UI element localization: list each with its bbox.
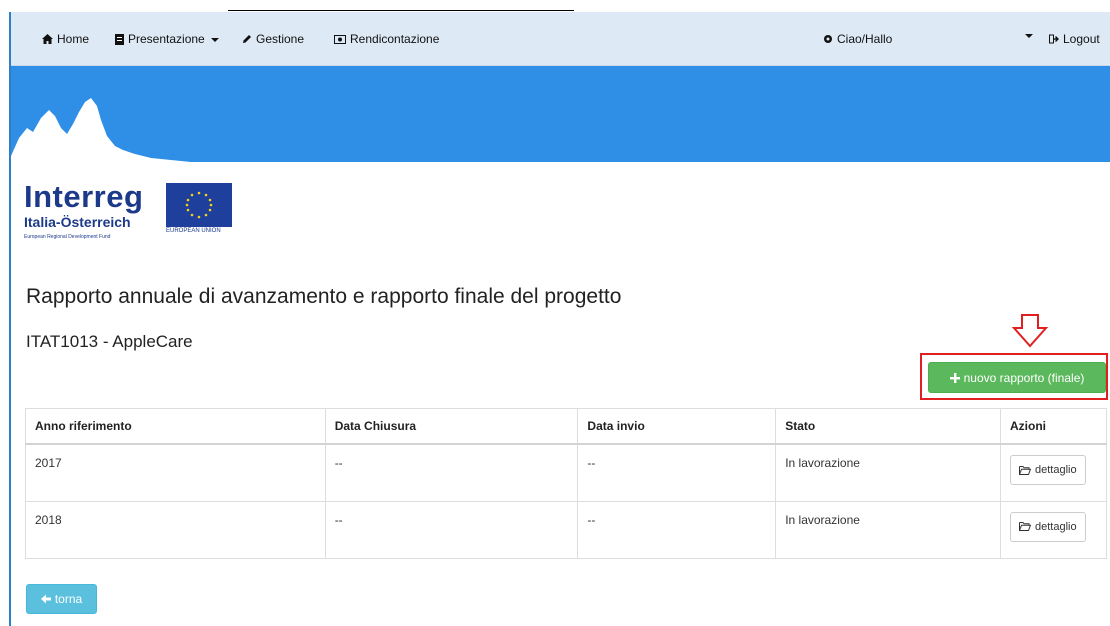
cell-invio: --: [577, 443, 777, 502]
nav-logout[interactable]: Logout: [1049, 32, 1100, 46]
new-report-button[interactable]: nuovo rapporto (finale): [928, 362, 1106, 393]
nav-gestione[interactable]: Gestione: [242, 32, 304, 46]
table-row: 2017 -- -- In lavorazione dettaglio: [25, 443, 1108, 502]
top-navbar: Home Presentazione Gestione Rendicontazi…: [11, 12, 1110, 66]
header-banner: [11, 66, 1110, 162]
table-header-row: Anno riferimento Data Chiusura Data invi…: [25, 408, 1108, 445]
header-stato: Stato: [775, 408, 1001, 445]
reports-table: Anno riferimento Data Chiusura Data invi…: [25, 408, 1108, 559]
cell-chiusura: --: [324, 500, 579, 559]
logo-fund: European Regional Development Fund: [24, 234, 111, 240]
pencil-icon: [243, 35, 251, 43]
nav-logout-label: Logout: [1063, 32, 1100, 46]
nav-rendicontazione-label: Rendicontazione: [350, 32, 440, 46]
folder-open-icon: [1018, 465, 1031, 475]
back-button[interactable]: torna: [26, 584, 97, 614]
chevron-down-icon: [1025, 34, 1033, 38]
logo-region: Italia-Österreich: [24, 214, 131, 230]
detail-label: dettaglio: [1034, 464, 1077, 476]
header-invio: Data invio: [577, 408, 777, 445]
chevron-down-icon: [210, 38, 219, 42]
page-title: Rapporto annuale di avanzamento e rappor…: [26, 285, 622, 308]
header-azioni: Azioni: [999, 408, 1108, 445]
detail-label: dettaglio: [1034, 520, 1077, 533]
nav-rendicontazione[interactable]: Rendicontazione: [334, 32, 439, 46]
top-strip: [0, 0, 1110, 12]
nav-user-label: Ciao/Hallo: [837, 32, 893, 46]
cell-azioni: dettaglio: [999, 500, 1108, 559]
nav-user-menu[interactable]: Ciao/Hallo: [823, 32, 892, 46]
arrow-down-annotation-icon: [1012, 314, 1048, 348]
interreg-logo: Interreg Italia-Österreich European Regi…: [24, 179, 144, 240]
detail-button[interactable]: dettaglio: [1009, 511, 1086, 542]
back-label: torna: [54, 592, 83, 606]
detail-button[interactable]: dettaglio: [1009, 455, 1086, 485]
gear-icon: [824, 35, 832, 43]
money-icon: [334, 34, 346, 44]
top-underline: [228, 10, 574, 11]
document-icon: [115, 33, 124, 45]
new-report-label: nuovo rapporto (finale): [963, 370, 1085, 385]
user-dropdown-toggle[interactable]: [1019, 32, 1033, 38]
arrow-left-icon: [40, 594, 51, 604]
nav-home-label: Home: [57, 32, 90, 46]
plus-icon: [949, 372, 960, 383]
folder-open-icon: [1018, 522, 1031, 531]
header-chiusura: Data Chiusura: [324, 408, 579, 445]
mountains-graphic: [11, 98, 191, 162]
nav-presentazione[interactable]: Presentazione: [115, 32, 219, 46]
nav-presentazione-label: Presentazione: [128, 32, 205, 46]
eu-label: EUROPEAN UNION: [166, 228, 221, 234]
header-anno: Anno riferimento: [25, 408, 326, 445]
cell-azioni: dettaglio: [999, 443, 1108, 502]
home-icon: [42, 34, 53, 44]
cell-anno: 2017: [25, 443, 326, 502]
project-title: ITAT1013 - AppleCare: [26, 332, 193, 351]
table-row: 2018 -- -- In lavorazione dettaglio: [25, 500, 1108, 559]
cell-stato: In lavorazione: [775, 500, 1001, 559]
cell-anno: 2018: [25, 500, 326, 559]
logo-name: Interreg: [24, 179, 144, 214]
nav-home[interactable]: Home: [42, 32, 89, 46]
eu-flag-icon: [166, 183, 232, 227]
cell-stato: In lavorazione: [775, 443, 1001, 502]
cell-invio: --: [577, 500, 777, 559]
nav-gestione-label: Gestione: [256, 32, 305, 46]
logout-icon: [1049, 34, 1059, 44]
cell-chiusura: --: [324, 443, 579, 502]
